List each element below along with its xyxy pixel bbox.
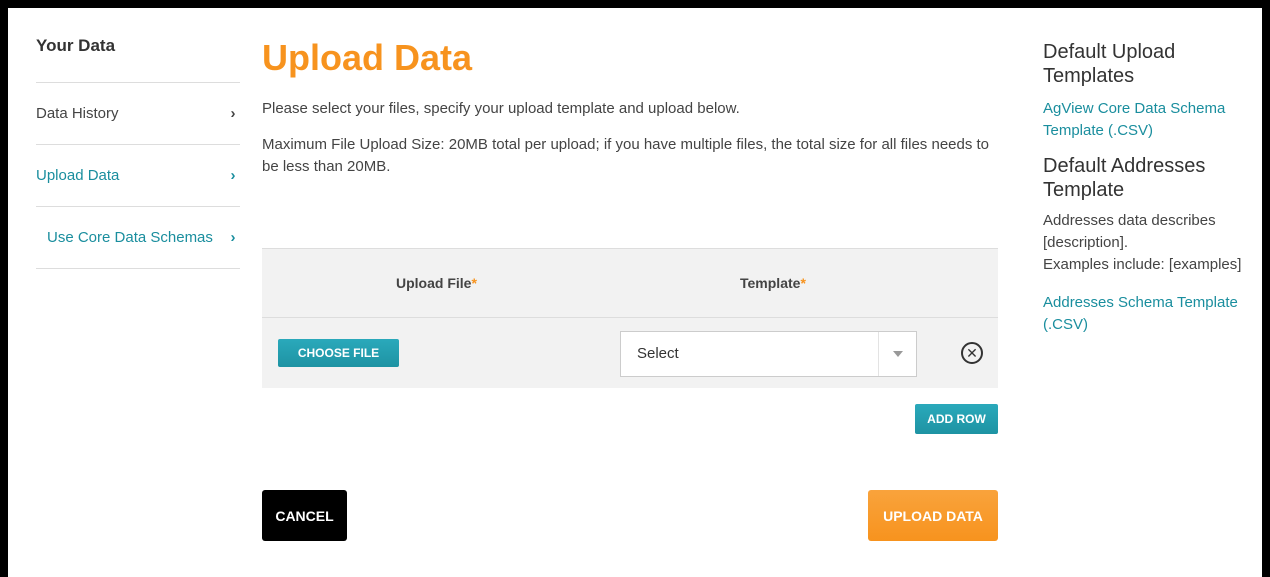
addresses-template-heading: Default Addresses Template <box>1043 155 1206 201</box>
add-row-button[interactable]: ADD ROW <box>915 404 998 434</box>
max-size-note: Maximum File Upload Size: 20MB total per… <box>262 136 990 175</box>
dropdown-arrow-icon[interactable] <box>878 332 916 376</box>
required-mark: * <box>471 275 477 291</box>
column-label: Template <box>740 275 801 291</box>
templates-panel: Default Upload Templates AgView Core Dat… <box>1043 40 1248 336</box>
sidebar-item-upload-data[interactable]: Upload Data › <box>36 145 240 207</box>
upload-table: Upload File* Template* CHOOSE FILE Selec… <box>262 248 998 434</box>
upload-description: Please select your files, specify your u… <box>262 100 740 117</box>
upload-templates-heading: Default Upload Templates <box>1043 41 1176 87</box>
sidebar-item-data-history[interactable]: Data History › <box>36 83 240 145</box>
addresses-schema-template-link[interactable]: Addresses Schema Template (.CSV) <box>1043 292 1248 336</box>
chevron-right-icon: › <box>230 229 236 246</box>
column-header-template: Template* <box>740 275 806 291</box>
main-content: Upload Data Please select your files, sp… <box>262 36 1002 541</box>
sidebar-item-label: Data History <box>36 105 119 122</box>
column-label: Upload File <box>396 275 472 291</box>
required-mark: * <box>800 275 806 291</box>
upload-data-button[interactable]: UPLOAD DATA <box>868 490 998 541</box>
template-select[interactable]: Select <box>620 331 917 377</box>
table-row: CHOOSE FILE Select ✕ <box>262 318 998 388</box>
sidebar-item-label: Upload Data <box>36 167 120 184</box>
sidebar-item-use-core-data-schemas[interactable]: Use Core Data Schemas › <box>36 207 240 269</box>
addresses-description: Addresses data describes [description]. <box>1043 212 1216 251</box>
core-schema-template-link[interactable]: AgView Core Data Schema Template (.CSV) <box>1043 98 1248 142</box>
choose-file-button[interactable]: CHOOSE FILE <box>278 339 399 367</box>
cancel-button[interactable]: CANCEL <box>262 490 347 541</box>
column-header-upload-file: Upload File* <box>396 275 477 291</box>
sidebar: Your Data Data History › Upload Data › U… <box>36 36 240 269</box>
page-frame: Your Data Data History › Upload Data › U… <box>8 8 1262 577</box>
sidebar-item-label: Use Core Data Schemas <box>47 229 213 246</box>
addresses-examples: Examples include: [examples] <box>1043 256 1242 273</box>
remove-row-icon[interactable]: ✕ <box>961 342 983 364</box>
template-select-value: Select <box>637 345 679 362</box>
chevron-right-icon: › <box>230 167 236 184</box>
chevron-right-icon: › <box>230 105 236 122</box>
page-title: Upload Data <box>262 37 473 78</box>
table-header: Upload File* Template* <box>262 248 998 318</box>
sidebar-title: Your Data <box>36 36 240 83</box>
